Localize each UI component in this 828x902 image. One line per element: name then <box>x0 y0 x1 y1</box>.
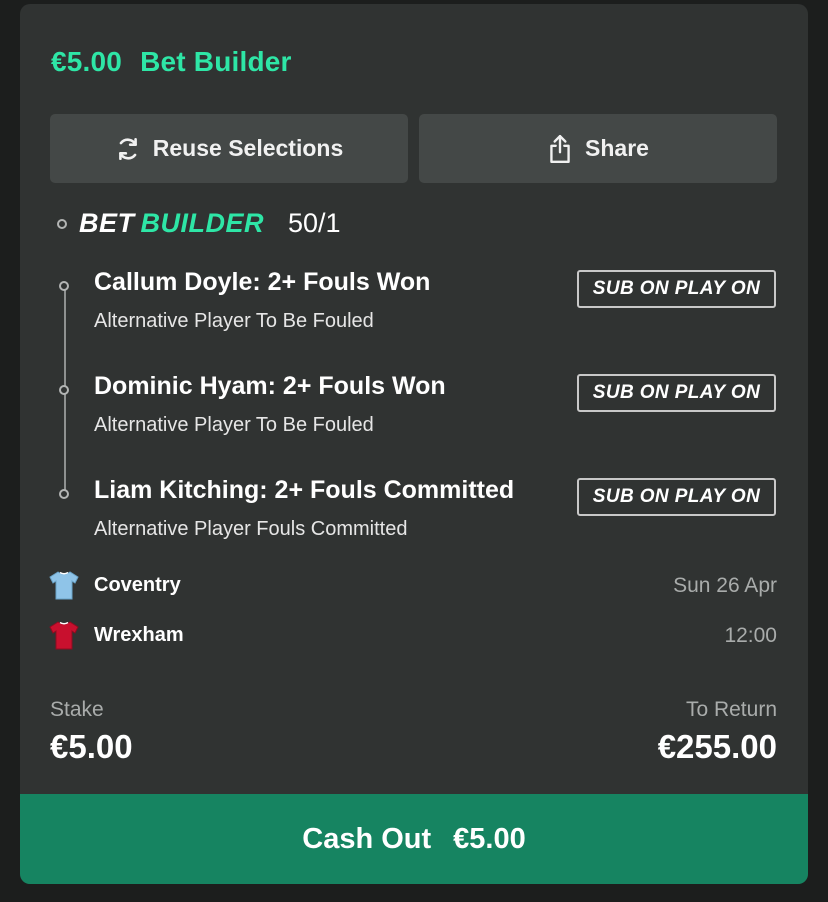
selection-market: Alternative Player To Be Fouled <box>94 414 374 436</box>
selection-item: Dominic Hyam: 2+ Fouls Won Alternative P… <box>20 372 808 462</box>
away-team-name: Wrexham <box>94 623 184 646</box>
bet-amount: €5.00 <box>51 46 123 77</box>
red-shirt-icon <box>49 621 79 650</box>
bet-builder-node-icon <box>57 218 67 229</box>
bet-builder-logo: BET BUILDER <box>79 208 264 239</box>
reuse-selections-label: Reuse Selections <box>152 135 344 161</box>
selection-node-icon <box>59 281 69 291</box>
selection-node-icon <box>59 489 69 499</box>
cash-out-button[interactable]: Cash Out €5.00 <box>20 794 808 884</box>
bet-type-title: Bet Builder <box>140 46 292 77</box>
reuse-selections-button[interactable]: Reuse Selections <box>50 114 408 183</box>
selection-market: Alternative Player Fouls Committed <box>94 518 408 540</box>
bet-odds: 50/1 <box>288 208 341 238</box>
selection-market: Alternative Player To Be Fouled <box>94 310 374 332</box>
sub-on-play-on-badge[interactable]: SUB ON PLAY ON <box>577 374 776 412</box>
bet-header: €5.00 Bet Builder <box>51 46 292 78</box>
match-date: Sun 26 Apr <box>673 574 777 597</box>
bet-builder-header: BET BUILDER 50/1 <box>57 208 341 239</box>
selection-title: Liam Kitching: 2+ Fouls Committed <box>94 476 515 504</box>
home-team: Coventry <box>48 569 181 601</box>
bet-card: €5.00 Bet Builder Reuse Selections Share … <box>20 4 808 884</box>
stake-label: Stake <box>50 698 104 721</box>
to-return-value: €255.00 <box>657 728 777 765</box>
selection-title: Callum Doyle: 2+ Fouls Won <box>94 268 431 296</box>
match-time: 12:00 <box>724 624 777 647</box>
logo-text-bet: BET <box>79 208 135 238</box>
refresh-icon <box>118 137 137 160</box>
selection-node-icon <box>59 385 69 395</box>
share-label: Share <box>585 135 649 161</box>
selection-title: Dominic Hyam: 2+ Fouls Won <box>94 372 446 400</box>
home-team-name: Coventry <box>94 573 181 596</box>
cash-out-amount: €5.00 <box>453 822 526 855</box>
away-team: Wrexham <box>48 619 184 651</box>
sky-blue-shirt-icon <box>49 571 79 600</box>
to-return-label: To Return <box>685 698 777 721</box>
share-icon <box>550 134 570 163</box>
cash-out-label: Cash Out <box>302 822 432 855</box>
logo-text-builder: BUILDER <box>140 208 264 238</box>
selection-item: Callum Doyle: 2+ Fouls Won Alternative P… <box>20 268 808 358</box>
stake-value: €5.00 <box>50 728 133 765</box>
share-button[interactable]: Share <box>419 114 777 183</box>
sub-on-play-on-badge[interactable]: SUB ON PLAY ON <box>577 270 776 308</box>
sub-on-play-on-badge[interactable]: SUB ON PLAY ON <box>577 478 776 516</box>
selection-item: Liam Kitching: 2+ Fouls Committed Altern… <box>20 476 808 566</box>
